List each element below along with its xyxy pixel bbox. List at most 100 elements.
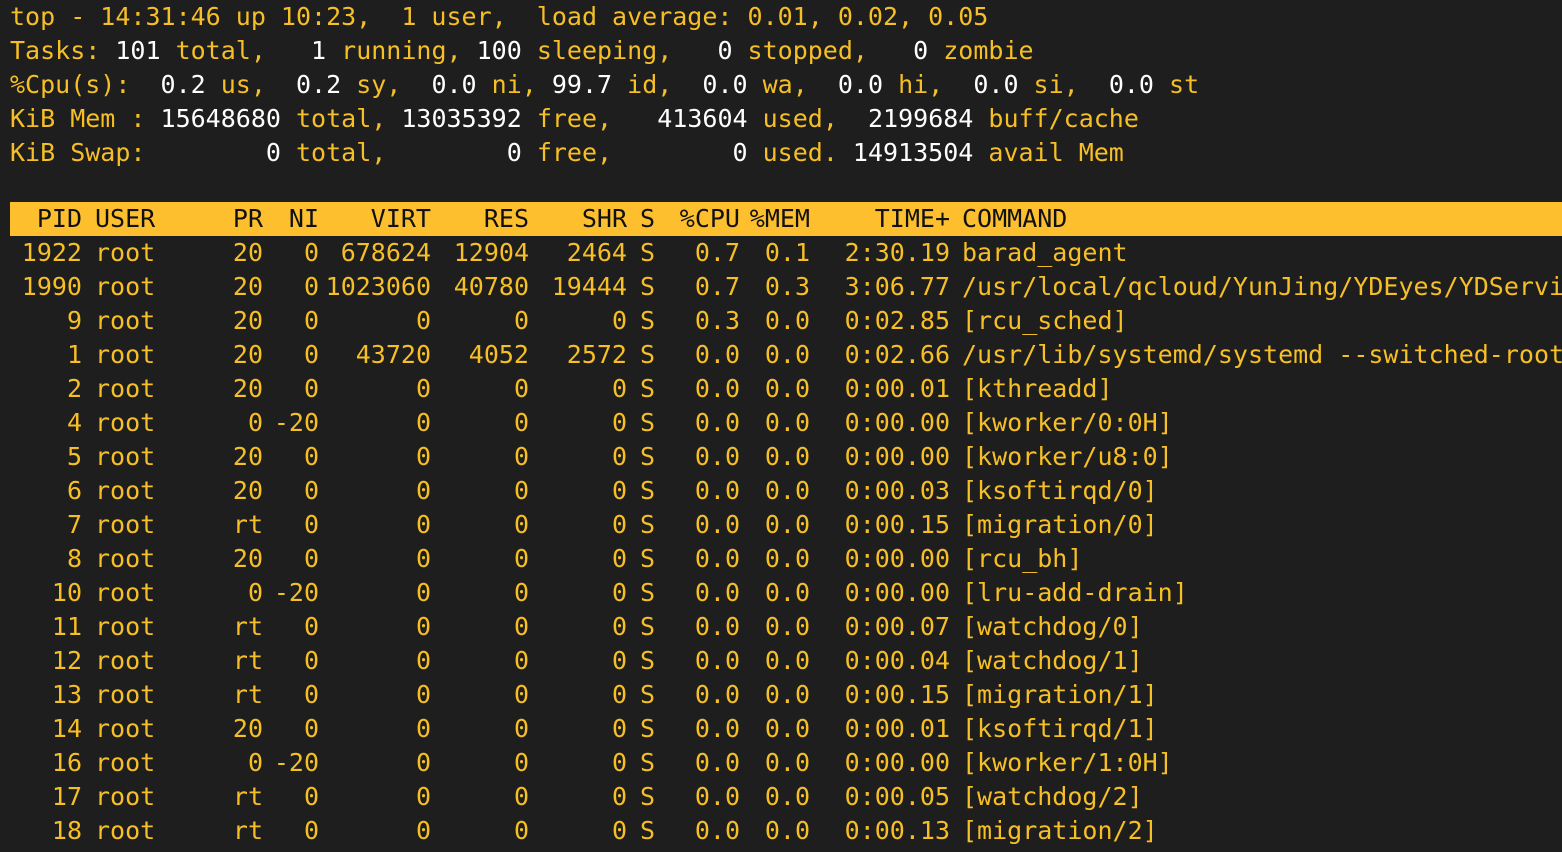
cell-s: S: [640, 816, 656, 845]
column-header-user: USER: [95, 204, 156, 233]
cell-ni: 0: [303, 442, 319, 471]
summary-value: 2199684: [867, 104, 974, 133]
cell-user: root: [95, 782, 156, 811]
summary-label: st: [1153, 70, 1200, 99]
summary-label: wa,: [747, 70, 838, 99]
cell-shr: 0: [611, 442, 627, 471]
summary-label: running,: [326, 36, 477, 65]
cell-s: S: [640, 748, 656, 777]
cell-pid: 1: [66, 340, 82, 369]
table-row: 4 root 0 -20 0 0 0 S 0.0 0.0 0:00.00 [kworker/0:0H]: [0, 406, 1562, 440]
cell-virt: 0: [415, 612, 431, 641]
summary-label: zombie: [928, 36, 1034, 65]
column-header-ni: NI: [288, 204, 319, 233]
summary-label: total,: [280, 104, 402, 133]
cell-shr: 0: [611, 408, 627, 437]
cell-pid: 2: [66, 374, 82, 403]
table-row: 2 root 20 0 0 0 0 S 0.0 0.0 0:00.01 [kthreadd]: [0, 372, 1562, 406]
cell-user: root: [95, 816, 156, 845]
summary-tasks-line: Tasks: 101 total, 1 running, 100 sleepin…: [10, 34, 1034, 68]
cell-time: 0:00.05: [844, 782, 950, 811]
cell-virt: 1023060: [325, 272, 431, 301]
cell-pr: rt: [232, 782, 263, 811]
cell-res: 4052: [468, 340, 529, 369]
cell-pid: 9: [66, 306, 82, 335]
cell-cpu: 0.0: [694, 510, 740, 539]
summary-label: total,: [160, 36, 312, 65]
cell-pid: 6: [66, 476, 82, 505]
cell-pid: 4: [66, 408, 82, 437]
summary-value: 101: [115, 36, 161, 65]
cell-ni: 0: [303, 612, 319, 641]
table-row: 13 root rt 0 0 0 0 S 0.0 0.0 0:00.15 [migration/1]: [0, 678, 1562, 712]
cell-cpu: 0.0: [694, 476, 740, 505]
cell-command: [migration/0]: [962, 510, 1158, 539]
cell-mem: 0.1: [764, 238, 810, 267]
cell-pr: 20: [232, 340, 263, 369]
cell-mem: 0.0: [764, 408, 810, 437]
cell-command: [migration/2]: [962, 816, 1158, 845]
terminal-window[interactable]: top - 14:31:46 up 10:23, 1 user, load av…: [0, 0, 1562, 852]
summary-swap-line: KiB Swap: 0 total, 0 free, 0 used. 14913…: [10, 136, 1124, 170]
cell-res: 0: [513, 510, 529, 539]
summary-label: top - 14:31:46 up 10:23, 1 user, load av…: [10, 2, 989, 31]
cell-virt: 0: [415, 714, 431, 743]
table-row: 18 root rt 0 0 0 0 S 0.0 0.0 0:00.13 [migration/2]: [0, 814, 1562, 848]
table-row: 14 root 20 0 0 0 0 S 0.0 0.0 0:00.01 [ksoftirqd/1]: [0, 712, 1562, 746]
summary-value: 0.2: [295, 70, 342, 99]
cell-pid: 16: [51, 748, 82, 777]
cell-res: 40780: [453, 272, 529, 301]
cell-cpu: 0.0: [694, 816, 740, 845]
summary-label: %Cpu(s):: [10, 70, 161, 99]
column-header-command: COMMAND: [962, 204, 1068, 233]
cell-virt: 0: [415, 510, 431, 539]
table-row: 8 root 20 0 0 0 0 S 0.0 0.0 0:00.00 [rcu_bh]: [0, 542, 1562, 576]
column-header-pr: PR: [232, 204, 263, 233]
cell-res: 0: [513, 374, 529, 403]
cell-s: S: [640, 306, 656, 335]
cell-ni: -20: [273, 748, 319, 777]
column-header-shr: SHR: [581, 204, 627, 233]
cell-ni: 0: [303, 816, 319, 845]
cell-ni: 0: [303, 544, 319, 573]
cell-cpu: 0.0: [694, 748, 740, 777]
cell-cpu: 0.0: [694, 544, 740, 573]
summary-label: total,: [280, 138, 507, 167]
cell-pr: 20: [232, 272, 263, 301]
table-row: 1990 root 20 0 1023060 40780 19444 S 0.7 0.3 3:06.…: [0, 270, 1562, 304]
cell-shr: 0: [611, 680, 627, 709]
cell-pid: 7: [66, 510, 82, 539]
cell-shr: 0: [611, 612, 627, 641]
cell-res: 0: [513, 714, 529, 743]
cell-res: 0: [513, 408, 529, 437]
cell-user: root: [95, 510, 156, 539]
column-header-cpu: %CPU: [679, 204, 740, 233]
cell-pid: 14: [51, 714, 82, 743]
summary-value: 0.0: [431, 70, 477, 99]
table-row: 16 root 0 -20 0 0 0 S 0.0 0.0 0:00.00 [kworker/1:0H…: [0, 746, 1562, 780]
column-header-mem: %MEM: [749, 204, 810, 233]
cell-command: [kworker/u8:0]: [962, 442, 1173, 471]
summary-value: 100: [476, 36, 522, 65]
cell-virt: 0: [415, 816, 431, 845]
cell-s: S: [640, 476, 656, 505]
cell-shr: 0: [611, 748, 627, 777]
summary-label: id,: [612, 70, 703, 99]
cell-virt: 0: [415, 442, 431, 471]
cell-user: root: [95, 544, 156, 573]
cell-virt: 0: [415, 578, 431, 607]
cell-s: S: [640, 714, 656, 743]
cell-virt: 0: [415, 680, 431, 709]
cell-shr: 0: [611, 714, 627, 743]
summary-value: 0: [717, 36, 733, 65]
summary-label: KiB Mem :: [10, 104, 161, 133]
summary-value: 13035392: [401, 104, 522, 133]
cell-res: 0: [513, 816, 529, 845]
cell-time: 0:00.04: [844, 646, 950, 675]
cell-pr: 20: [232, 238, 263, 267]
cell-ni: 0: [303, 782, 319, 811]
cell-ni: 0: [303, 238, 319, 267]
summary-label: stopped,: [732, 36, 914, 65]
cell-pr: 20: [232, 374, 263, 403]
table-row: 1922 root 20 0 678624 12904 2464 S 0.7 0.1 2:30.19…: [0, 236, 1562, 270]
